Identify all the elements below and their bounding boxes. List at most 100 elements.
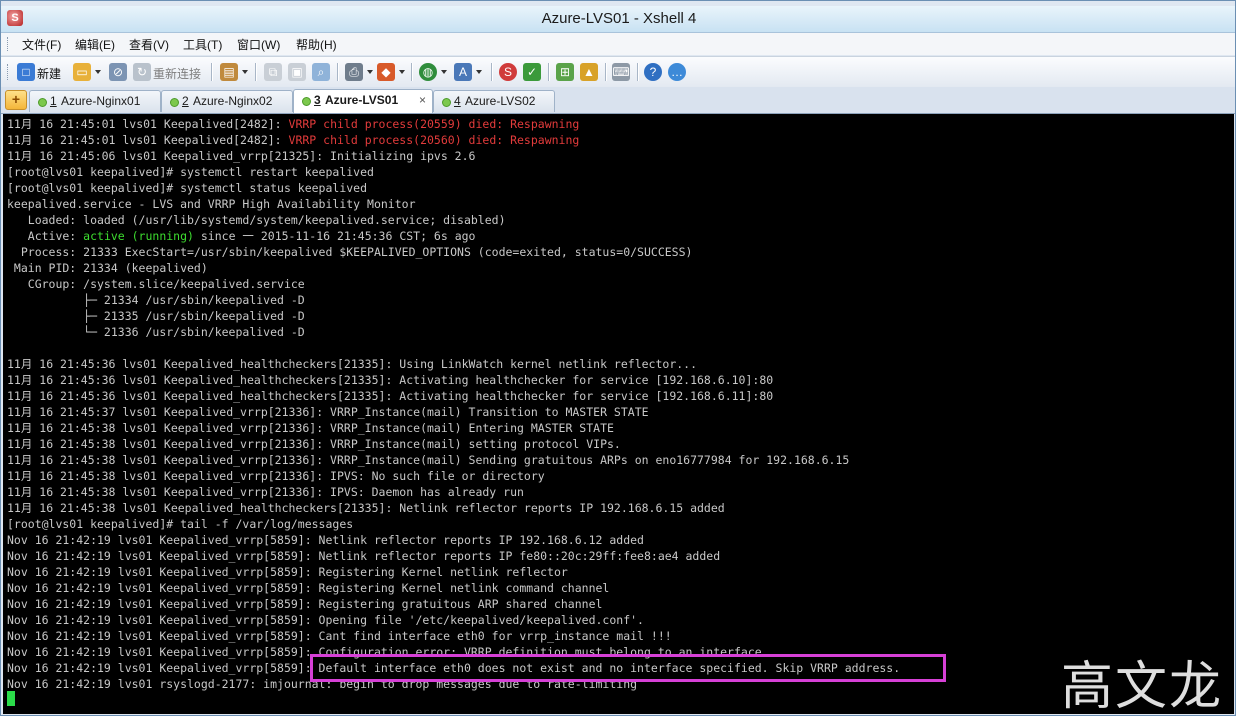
open-folder-icon[interactable]: ▭	[73, 63, 91, 81]
line-text: since 一 2015-11-16 21:45:36 CST; 6s ago	[193, 229, 476, 243]
terminal-line: └─ 21336 /usr/sbin/keepalived -D	[7, 324, 900, 340]
reconnect-button[interactable]: 重新连接	[153, 65, 201, 82]
properties-dropdown-caret[interactable]	[242, 70, 248, 74]
menu-help[interactable]: 帮助(H)	[296, 36, 337, 53]
line-text: └─ 21336 /usr/sbin/keepalived -D	[7, 325, 305, 339]
line-text: 11月 16 21:45:38 lvs01 Keepalived_vrrp[21…	[7, 437, 621, 451]
print-icon[interactable]: ⎙	[345, 63, 363, 81]
terminal-line: 11月 16 21:45:01 lvs01 Keepalived[2482]: …	[7, 116, 900, 132]
line-text: ├─ 21335 /usr/sbin/keepalived -D	[7, 309, 305, 323]
tab-close-icon[interactable]: ×	[419, 93, 426, 107]
font-dropdown-caret[interactable]	[476, 70, 482, 74]
print-dropdown-caret[interactable]	[367, 70, 373, 74]
line-text: [root@lvs01 keepalived]# systemctl resta…	[7, 165, 374, 179]
line-text: Nov 16 21:42:19 lvs01 Keepalived_vrrp[58…	[7, 613, 644, 627]
globe-dropdown-caret[interactable]	[441, 70, 447, 74]
line-text: 11月 16 21:45:36 lvs01 Keepalived_healthc…	[7, 357, 698, 371]
paste-icon[interactable]: ▣	[288, 63, 306, 81]
tab-azure-lvs01[interactable]: 3 Azure-LVS01 ×	[293, 89, 433, 113]
terminal-line: Nov 16 21:42:19 lvs01 Keepalived_vrrp[58…	[7, 564, 900, 580]
terminal-line: [root@lvs01 keepalived]# tail -f /var/lo…	[7, 516, 900, 532]
menu-edit[interactable]: 编辑(E)	[75, 36, 115, 53]
line-text: Nov 16 21:42:19 lvs01 Keepalived_vrrp[58…	[7, 581, 610, 595]
line-text: Nov 16 21:42:19 lvs01 Keepalived_vrrp[58…	[7, 533, 644, 547]
menu-tools[interactable]: 工具(T)	[183, 36, 222, 53]
line-text: [root@lvs01 keepalived]# systemctl statu…	[7, 181, 368, 195]
toolbar: □ 新建 ▭ ⊘ ↻ 重新连接 ▤ ⧉ ▣ ⌕ ⎙ ◆ ◍ A S ✓ ⊞ ▲ …	[1, 56, 1235, 88]
new-session-button[interactable]: 新建	[37, 65, 61, 82]
toolbar-grip[interactable]	[7, 64, 11, 80]
terminal-line: Nov 16 21:42:19 lvs01 Keepalived_vrrp[58…	[7, 580, 900, 596]
find-icon[interactable]: ⌕	[312, 63, 330, 81]
line-text: Main PID: 21334 (keepalived)	[7, 261, 208, 275]
window-title: Azure-LVS01 - Xshell 4	[541, 10, 697, 27]
xftp-icon[interactable]: ✓	[523, 63, 541, 81]
globe-icon[interactable]: ◍	[419, 63, 437, 81]
terminal-line: Nov 16 21:42:19 lvs01 Keepalived_vrrp[58…	[7, 612, 900, 628]
line-text: 11月 16 21:45:01 lvs01 Keepalived[2482]:	[7, 117, 289, 131]
menu-view[interactable]: 查看(V)	[129, 36, 169, 53]
terminal-cursor	[7, 691, 15, 706]
transfer-icon[interactable]: ◆	[377, 63, 395, 81]
line-text: CGroup: /system.slice/keepalived.service	[7, 277, 305, 291]
xshell-logo-icon[interactable]: S	[499, 63, 517, 81]
tab-azure-nginx02[interactable]: 2 Azure-Nginx02	[161, 90, 293, 112]
terminal-line: [root@lvs01 keepalived]# systemctl resta…	[7, 164, 900, 180]
keyboard-icon[interactable]: ⌨	[612, 63, 630, 81]
fullscreen-icon[interactable]: ⊞	[556, 63, 574, 81]
terminal-line: 11月 16 21:45:38 lvs01 Keepalived_vrrp[21…	[7, 452, 900, 468]
line-text: Nov 16 21:42:19 lvs01 Keepalived_vrrp[58…	[7, 565, 568, 579]
menu-grip[interactable]	[7, 37, 11, 51]
line-text: 11月 16 21:45:38 lvs01 Keepalived_vrrp[21…	[7, 453, 850, 467]
font-icon[interactable]: A	[454, 63, 472, 81]
menu-bar: 文件(F) 编辑(E) 查看(V) 工具(T) 窗口(W) 帮助(H)	[1, 33, 1235, 55]
reconnect-icon[interactable]: ↻	[133, 63, 151, 81]
copy-icon[interactable]: ⧉	[264, 63, 282, 81]
menu-file[interactable]: 文件(F)	[22, 36, 61, 53]
terminal-line: 11月 16 21:45:06 lvs01 Keepalived_vrrp[21…	[7, 148, 900, 164]
help-icon[interactable]: ?	[644, 63, 662, 81]
line-text: 11月 16 21:45:38 lvs01 Keepalived_vrrp[21…	[7, 469, 545, 483]
menu-window[interactable]: 窗口(W)	[237, 36, 280, 53]
tab-azure-lvs02[interactable]: 4 Azure-LVS02	[433, 90, 555, 112]
properties-icon[interactable]: ▤	[220, 63, 238, 81]
line-text: Nov 16 21:42:19 lvs01 Keepalived_vrrp[58…	[7, 597, 603, 611]
tab-label: Azure-Nginx01	[61, 94, 141, 108]
toolbar-separator	[411, 63, 413, 81]
toolbar-separator	[491, 63, 493, 81]
terminal-line: Nov 16 21:42:19 lvs01 Keepalived_vrrp[58…	[7, 532, 900, 548]
title-bar[interactable]: S Azure-LVS01 - Xshell 4	[1, 6, 1235, 33]
open-dropdown-caret[interactable]	[95, 70, 101, 74]
transfer-dropdown-caret[interactable]	[399, 70, 405, 74]
terminal-line: 11月 16 21:45:37 lvs01 Keepalived_vrrp[21…	[7, 404, 900, 420]
terminal-output[interactable]: 11月 16 21:45:01 lvs01 Keepalived[2482]: …	[3, 114, 1234, 714]
new-session-icon[interactable]: □	[17, 63, 35, 81]
chat-icon[interactable]: …	[668, 63, 686, 81]
toolbar-separator	[548, 63, 550, 81]
add-tab-icon[interactable]: +	[5, 90, 27, 110]
toolbar-separator	[605, 63, 607, 81]
terminal-line: ├─ 21334 /usr/sbin/keepalived -D	[7, 292, 900, 308]
tab-label: Azure-LVS01	[325, 93, 399, 107]
line-text: 11月 16 21:45:01 lvs01 Keepalived[2482]:	[7, 133, 289, 147]
terminal-line: 11月 16 21:45:38 lvs01 Keepalived_vrrp[21…	[7, 436, 900, 452]
connected-status-icon	[302, 97, 311, 106]
tab-number: 3	[314, 93, 321, 107]
error-text: VRRP child process(20559) died: Respawni…	[288, 117, 580, 131]
toolbar-separator	[637, 63, 639, 81]
xshell-window: S Azure-LVS01 - Xshell 4 文件(F) 编辑(E) 查看(…	[0, 0, 1236, 716]
lock-icon[interactable]: ▲	[580, 63, 598, 81]
line-text: 11月 16 21:45:38 lvs01 Keepalived_healthc…	[7, 501, 725, 515]
error-text: VRRP child process(20560) died: Respawni…	[288, 133, 580, 147]
disconnect-icon[interactable]: ⊘	[109, 63, 127, 81]
tab-azure-nginx01[interactable]: 1 Azure-Nginx01	[29, 90, 161, 112]
session-tab-bar: + 1 Azure-Nginx01 2 Azure-Nginx02 3 Azur…	[1, 87, 1235, 114]
connected-status-icon	[38, 98, 47, 107]
highlight-box	[310, 654, 946, 682]
line-text: ├─ 21334 /usr/sbin/keepalived -D	[7, 293, 305, 307]
line-text: 11月 16 21:45:06 lvs01 Keepalived_vrrp[21…	[7, 149, 476, 163]
toolbar-separator	[255, 63, 257, 81]
line-text: 11月 16 21:45:36 lvs01 Keepalived_healthc…	[7, 389, 774, 403]
watermark: 高文龙	[1061, 657, 1224, 714]
